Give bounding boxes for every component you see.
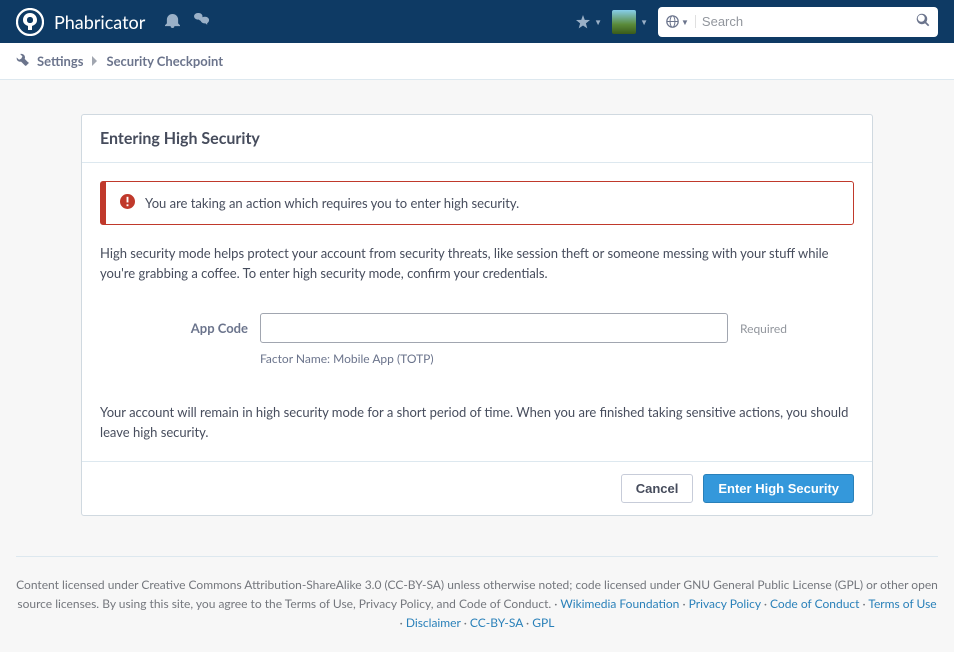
bell-icon[interactable] (165, 13, 180, 31)
chevron-down-icon: ▼ (594, 17, 602, 27)
chevron-down-icon: ▼ (640, 17, 648, 27)
footer-link-wikimedia[interactable]: Wikimedia Foundation (560, 596, 679, 611)
app-title[interactable]: Phabricator (54, 11, 145, 33)
breadcrumb-security: Security Checkpoint (106, 53, 223, 69)
card-header: Entering High Security (82, 115, 872, 163)
app-code-row: App Code Required (100, 313, 854, 343)
user-menu[interactable]: ▼ (612, 10, 648, 34)
app-code-input[interactable] (260, 313, 728, 343)
search-box: ▼ (658, 7, 938, 37)
phabricator-logo-icon[interactable] (16, 8, 44, 36)
security-card: Entering High Security You are taking an… (81, 114, 873, 516)
alert-text: You are taking an action which requires … (145, 195, 519, 211)
required-text: Required (740, 321, 787, 336)
main-content: Entering High Security You are taking an… (65, 114, 889, 516)
chat-icon[interactable] (194, 13, 211, 31)
footer-link-disclaimer[interactable]: Disclaimer (406, 615, 461, 630)
alert-banner: You are taking an action which requires … (100, 181, 854, 225)
chevron-down-icon: ▼ (681, 17, 689, 27)
footer-link-ccbysa[interactable]: CC-BY-SA (470, 615, 523, 630)
card-footer: Cancel Enter High Security (82, 461, 872, 515)
cancel-button[interactable]: Cancel (621, 474, 694, 503)
header-right: ▼ ▼ ▼ (576, 7, 938, 37)
page-footer: Content licensed under Creative Commons … (16, 556, 938, 633)
breadcrumb-settings[interactable]: Settings (37, 53, 83, 69)
card-body: You are taking an action which requires … (82, 163, 872, 461)
enter-high-security-button[interactable]: Enter High Security (703, 474, 854, 503)
exclamation-icon (120, 194, 135, 212)
globe-icon (666, 15, 679, 28)
search-input[interactable] (702, 14, 916, 29)
footer-text: Your account will remain in high securit… (100, 402, 854, 442)
header-icons (165, 13, 211, 31)
card-title: Entering High Security (100, 129, 854, 148)
footer-link-privacy[interactable]: Privacy Policy (689, 596, 761, 611)
app-code-label: App Code (100, 313, 260, 336)
chevron-right-icon (91, 53, 98, 69)
footer-link-gpl[interactable]: GPL (532, 615, 554, 630)
footer-link-conduct[interactable]: Code of Conduct (770, 596, 859, 611)
breadcrumb: Settings Security Checkpoint (0, 43, 954, 80)
favorites-dropdown[interactable]: ▼ (576, 15, 602, 29)
search-scope-dropdown[interactable]: ▼ (666, 15, 696, 28)
app-header: Phabricator ▼ ▼ ▼ (0, 0, 954, 43)
form-control-wrap: Required (260, 313, 854, 343)
info-text: High security mode helps protect your ac… (100, 243, 854, 283)
star-icon (576, 15, 590, 29)
search-icon[interactable] (916, 13, 930, 30)
factor-name: Factor Name: Mobile App (TOTP) (260, 351, 854, 366)
avatar (612, 10, 636, 34)
wrench-icon (16, 53, 29, 69)
footer-link-terms[interactable]: Terms of Use (868, 596, 936, 611)
